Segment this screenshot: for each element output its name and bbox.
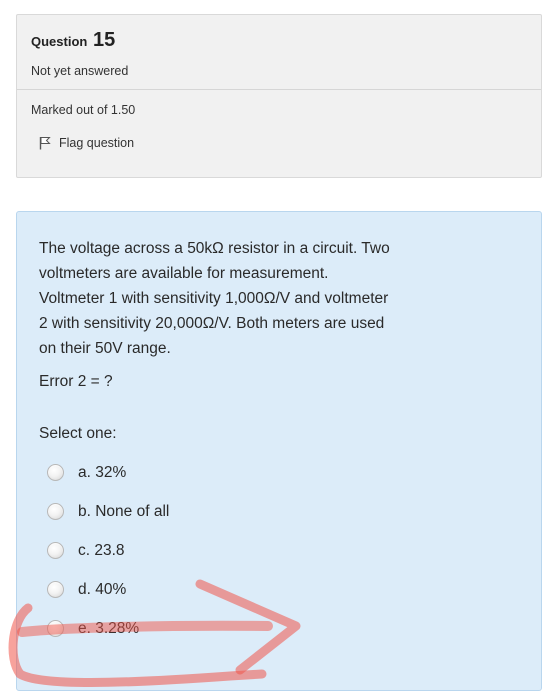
question-text-line: 2 with sensitivity 20,000Ω/V. Both meter… bbox=[39, 315, 385, 332]
flag-question-label[interactable]: Flag question bbox=[59, 136, 134, 150]
question-number: 15 bbox=[92, 29, 116, 51]
select-one-prompt: Select one: bbox=[39, 425, 117, 442]
radio-button[interactable] bbox=[47, 620, 64, 637]
radio-button[interactable] bbox=[47, 581, 64, 598]
answer-list: a. 32% b. None of all c. 23.8 d. 40% e. … bbox=[39, 453, 519, 648]
question-label: Question bbox=[31, 34, 88, 49]
question-info-panel: Question 15 Not yet answered Marked out … bbox=[16, 14, 542, 178]
answer-option-a[interactable]: a. 32% bbox=[39, 453, 519, 492]
question-text: The voltage across a 50kΩ resistor in a … bbox=[39, 236, 499, 361]
divider bbox=[17, 89, 541, 90]
question-text-line: The voltage across a 50kΩ resistor in a … bbox=[39, 240, 390, 257]
question-state: Not yet answered bbox=[31, 64, 129, 78]
flag-question-link[interactable]: Flag question bbox=[31, 136, 527, 150]
answer-label[interactable]: c. 23.8 bbox=[78, 542, 125, 560]
answer-option-e[interactable]: e. 3.28% bbox=[39, 609, 519, 648]
answer-option-b[interactable]: b. None of all bbox=[39, 492, 519, 531]
question-grade: Marked out of 1.50 bbox=[31, 103, 136, 117]
radio-button[interactable] bbox=[47, 503, 64, 520]
answer-option-d[interactable]: d. 40% bbox=[39, 570, 519, 609]
question-text-line: on their 50V range. bbox=[39, 340, 171, 357]
question-heading: Question 15 bbox=[31, 29, 527, 52]
answer-label[interactable]: e. 3.28% bbox=[78, 620, 139, 638]
question-content: The voltage across a 50kΩ resistor in a … bbox=[16, 211, 542, 691]
question-subprompt: Error 2 = ? bbox=[39, 373, 113, 390]
answer-option-c[interactable]: c. 23.8 bbox=[39, 531, 519, 570]
answer-label[interactable]: b. None of all bbox=[78, 503, 169, 521]
answer-label[interactable]: a. 32% bbox=[78, 464, 126, 482]
radio-button[interactable] bbox=[47, 542, 64, 559]
question-text-line: Voltmeter 1 with sensitivity 1,000Ω/V an… bbox=[39, 290, 389, 307]
radio-button[interactable] bbox=[47, 464, 64, 481]
flag-icon bbox=[39, 137, 51, 150]
question-text-line: voltmeters are available for measurement… bbox=[39, 265, 329, 282]
answer-label[interactable]: d. 40% bbox=[78, 581, 126, 599]
